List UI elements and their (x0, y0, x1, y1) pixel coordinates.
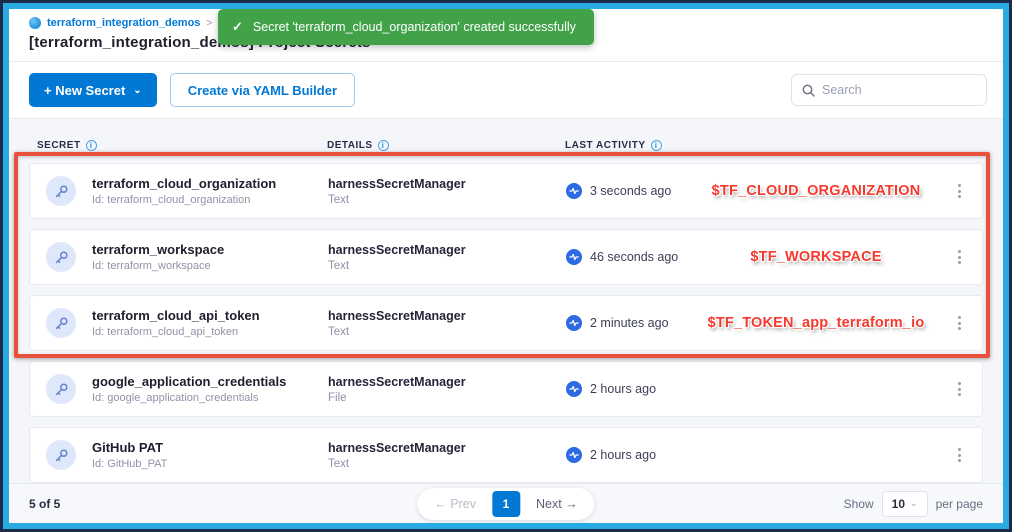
show-label: Show (844, 497, 874, 511)
project-icon (29, 17, 41, 29)
secret-name: terraform_cloud_api_token (92, 308, 328, 323)
column-header-secret: SECRETi (37, 140, 327, 151)
chevron-down-icon: ⌄ (133, 85, 141, 96)
env-var-annotation: $TF_TOKEN_app_terraform_io (686, 315, 946, 331)
search-box[interactable] (791, 74, 987, 106)
new-secret-label: + New Secret (44, 83, 125, 98)
table-row[interactable]: GitHub PAT Id: GitHub_PAT harnessSecretM… (29, 427, 983, 483)
key-icon (46, 308, 76, 338)
column-header-details: DETAILSi (327, 140, 565, 151)
activity-icon (566, 381, 582, 397)
last-activity: 2 minutes ago (590, 316, 669, 330)
yaml-builder-label: Create via YAML Builder (188, 83, 337, 98)
secret-type: Text (328, 326, 566, 338)
page-size-control: Show 10 ⌄ per page (844, 491, 983, 517)
search-input[interactable] (822, 83, 976, 97)
info-icon[interactable]: i (86, 140, 97, 151)
table-row[interactable]: terraform_cloud_api_token Id: terraform_… (29, 295, 983, 351)
prev-page-button[interactable]: ← Prev (422, 497, 488, 511)
info-icon[interactable]: i (651, 140, 662, 151)
new-secret-button[interactable]: + New Secret ⌄ (29, 73, 157, 107)
secret-name: google_application_credentials (92, 374, 328, 389)
row-menu-button[interactable] (946, 164, 972, 218)
page-size-select[interactable]: 10 ⌄ (882, 491, 928, 517)
breadcrumb-chevron-icon: > (206, 18, 212, 29)
toolbar: + New Secret ⌄ Create via YAML Builder (9, 62, 1003, 119)
column-header-last-activity: LAST ACTIVITYi (565, 140, 983, 151)
table-header-row: SECRETi DETAILSi LAST ACTIVITYi (29, 127, 983, 163)
activity-icon (566, 249, 582, 265)
yaml-builder-button[interactable]: Create via YAML Builder (170, 73, 355, 107)
chevron-down-icon: ⌄ (910, 498, 918, 509)
search-icon (802, 84, 815, 97)
window-frame: terraform_integration_demos > [terraform… (0, 0, 1012, 532)
row-count: 5 of 5 (29, 497, 60, 511)
secret-manager: harnessSecretManager (328, 375, 566, 389)
table-row[interactable]: google_application_credentials Id: googl… (29, 361, 983, 417)
secrets-table: SECRETi DETAILSi LAST ACTIVITYi terrafor… (9, 119, 1003, 483)
env-var-annotation: $TF_WORKSPACE (686, 249, 946, 265)
env-var-annotation: $TF_CLOUD_ORGANIZATION (686, 183, 946, 199)
last-activity: 3 seconds ago (590, 184, 671, 198)
secret-type: Text (328, 458, 566, 470)
secret-name: GitHub PAT (92, 440, 328, 455)
secret-id: Id: terraform_workspace (92, 260, 328, 272)
secret-id: Id: terraform_cloud_api_token (92, 326, 328, 338)
breadcrumb-project-link[interactable]: terraform_integration_demos (47, 17, 200, 29)
secret-id: Id: terraform_cloud_organization (92, 194, 328, 206)
next-page-button[interactable]: Next → (524, 497, 590, 511)
success-toast: ✓ Secret 'terraform_cloud_organization' … (218, 9, 594, 45)
secret-manager: harnessSecretManager (328, 177, 566, 191)
last-activity: 46 seconds ago (590, 250, 678, 264)
key-icon (46, 374, 76, 404)
row-menu-button[interactable] (946, 428, 972, 482)
per-page-label: per page (936, 497, 983, 511)
secret-type: File (328, 392, 566, 404)
secret-manager: harnessSecretManager (328, 309, 566, 323)
activity-icon (566, 183, 582, 199)
secret-manager: harnessSecretManager (328, 441, 566, 455)
last-activity: 2 hours ago (590, 382, 656, 396)
row-menu-button[interactable] (946, 230, 972, 284)
key-icon (46, 440, 76, 470)
secret-type: Text (328, 194, 566, 206)
toast-message: Secret 'terraform_cloud_organization' cr… (253, 20, 576, 34)
secret-type: Text (328, 260, 566, 272)
last-activity: 2 hours ago (590, 448, 656, 462)
activity-icon (566, 315, 582, 331)
secret-id: Id: google_application_credentials (92, 392, 328, 404)
table-row[interactable]: terraform_workspace Id: terraform_worksp… (29, 229, 983, 285)
secret-id: Id: GitHub_PAT (92, 458, 328, 470)
activity-icon (566, 447, 582, 463)
check-icon: ✓ (232, 19, 243, 35)
secret-manager: harnessSecretManager (328, 243, 566, 257)
app-content: terraform_integration_demos > [terraform… (3, 3, 1009, 529)
table-row[interactable]: terraform_cloud_organization Id: terrafo… (29, 163, 983, 219)
secret-name: terraform_workspace (92, 242, 328, 257)
pagination: ← Prev 1 Next → (417, 488, 594, 520)
row-menu-button[interactable] (946, 362, 972, 416)
key-icon (46, 242, 76, 272)
key-icon (46, 176, 76, 206)
current-page-button[interactable]: 1 (492, 491, 520, 517)
table-body: terraform_cloud_organization Id: terrafo… (29, 163, 983, 483)
secret-name: terraform_cloud_organization (92, 176, 328, 191)
row-menu-button[interactable] (946, 296, 972, 350)
info-icon[interactable]: i (378, 140, 389, 151)
table-footer: 5 of 5 ← Prev 1 Next → Show 10 ⌄ per pag… (9, 483, 1003, 523)
